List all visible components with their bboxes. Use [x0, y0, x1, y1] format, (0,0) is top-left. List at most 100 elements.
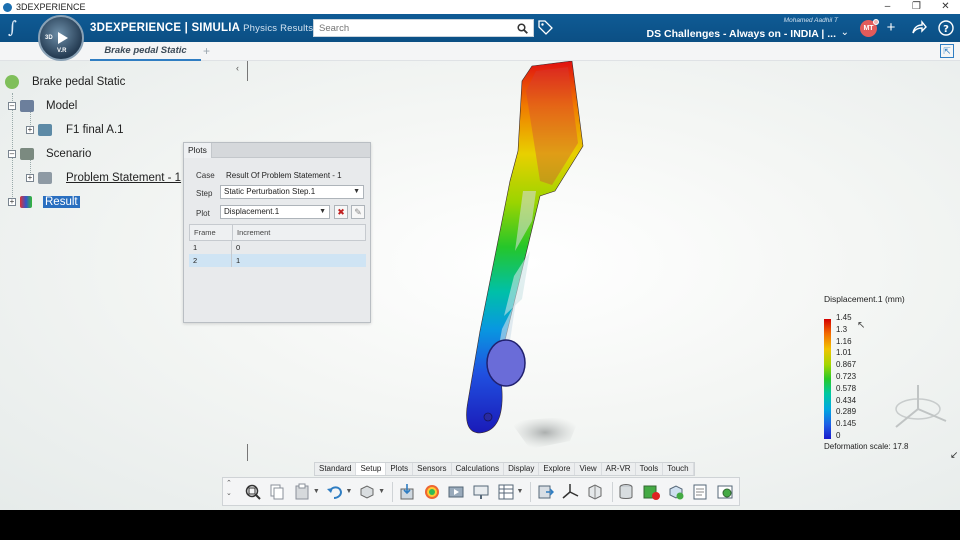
tree-problem-label[interactable]: Problem Statement - 1 — [66, 172, 181, 184]
tree-node-result[interactable]: + Result — [8, 193, 80, 211]
part-design-icon[interactable] — [356, 481, 378, 503]
3d-viewport[interactable]: Brake pedal Static – Model + F1 final A.… — [0, 61, 960, 510]
part-icon — [38, 124, 52, 136]
tab-standard[interactable]: Standard — [315, 463, 357, 475]
step-value: Static Perturbation Step.1 — [224, 187, 316, 196]
legend-tick: 0.723 — [836, 372, 857, 381]
compass-widget[interactable]: 3D V.R — [38, 15, 84, 61]
tab-tools[interactable]: Tools — [636, 463, 664, 475]
collab-space-selector[interactable]: DS Challenges - Always on - INDIA | ... — [647, 28, 836, 40]
model-icon — [20, 100, 34, 112]
tab-plots[interactable]: Plots — [184, 143, 212, 158]
window-controls: – ❐ ✕ — [873, 0, 960, 14]
report-table-icon[interactable] — [495, 481, 517, 503]
close-window-button[interactable]: ✕ — [931, 0, 960, 14]
screen-bottom-border — [0, 510, 960, 540]
maximize-button[interactable]: ❐ — [902, 0, 931, 14]
chevron-down-icon[interactable]: ⌄ — [841, 27, 849, 38]
part-dropdown-icon[interactable]: ▼ — [378, 488, 385, 495]
tab-plots-cmd[interactable]: Plots — [386, 463, 414, 475]
tab-brake-pedal-static[interactable]: Brake pedal Static — [90, 42, 201, 61]
brake-pedal-model[interactable] — [440, 61, 610, 461]
collapse-model-icon[interactable]: – — [8, 102, 16, 110]
legend-tick: 0 — [836, 431, 841, 440]
legend-tick: 1.3 — [836, 324, 848, 334]
legend-tick: 1.01 — [836, 348, 852, 358]
pivot-hole — [483, 412, 493, 422]
top-bar: ∫ 3DEXPERIENCE | SIMULIA Physics Results … — [0, 14, 960, 42]
tab-display[interactable]: Display — [504, 463, 540, 475]
legend-color-bar — [824, 319, 831, 439]
document-icon[interactable] — [690, 481, 712, 503]
tab-calculations[interactable]: Calculations — [452, 463, 505, 475]
report-dropdown-icon[interactable]: ▼ — [517, 488, 524, 495]
problem-statement-icon — [38, 172, 52, 184]
expand-result-icon[interactable]: + — [8, 198, 16, 206]
table-row[interactable]: 1 0 — [189, 241, 366, 254]
minimize-button[interactable]: – — [873, 0, 902, 14]
expand-part-icon[interactable]: + — [26, 126, 34, 134]
contour-plot-icon[interactable] — [421, 481, 443, 503]
resize-handle-icon[interactable]: ↙ — [950, 450, 958, 461]
tab-ar-vr[interactable]: AR-VR — [602, 463, 636, 475]
tab-touch[interactable]: Touch — [663, 463, 694, 475]
tag-icon[interactable] — [538, 20, 553, 38]
undo-dropdown-icon[interactable]: ▼ — [346, 488, 353, 495]
database-icon[interactable] — [616, 481, 638, 503]
collapse-tree-icon[interactable]: ‹ — [236, 63, 239, 73]
mesh-icon[interactable] — [584, 481, 606, 503]
legend-tick: 1.45 — [836, 313, 852, 322]
tree-node-problem[interactable]: + Problem Statement - 1 — [26, 169, 181, 187]
paste-dropdown-icon[interactable]: ▼ — [313, 488, 320, 495]
tree-node-model[interactable]: – Model — [8, 97, 77, 115]
plus-icon[interactable]: + — [883, 20, 899, 36]
animation-icon[interactable] — [445, 481, 467, 503]
help-icon[interactable]: ? — [938, 20, 954, 36]
bottom-splitter[interactable] — [247, 444, 248, 461]
refresh-results-icon[interactable] — [665, 481, 687, 503]
delete-plot-icon[interactable]: ✖ — [334, 205, 348, 219]
tree-result-label[interactable]: Result — [43, 196, 80, 208]
paste-icon[interactable] — [291, 481, 313, 503]
search-icon[interactable] — [517, 23, 528, 37]
tree-splitter[interactable] — [247, 61, 248, 81]
tab-explore[interactable]: Explore — [539, 463, 576, 475]
tab-setup[interactable]: Setup — [356, 463, 387, 475]
tree-node-part[interactable]: + F1 final A.1 — [26, 121, 124, 139]
add-tab-button[interactable]: + — [203, 44, 210, 58]
fullscreen-icon[interactable]: ⇱ — [940, 44, 954, 58]
step-dropdown[interactable]: Static Perturbation Step.1 ▼ — [220, 185, 364, 199]
undo-icon[interactable] — [324, 481, 346, 503]
simulation-check-icon[interactable] — [640, 481, 662, 503]
tree-node-root[interactable]: Brake pedal Static — [5, 73, 125, 91]
avatar[interactable]: MT — [860, 19, 879, 37]
tree-node-scenario[interactable]: – Scenario — [8, 145, 91, 163]
settings-icon[interactable] — [714, 481, 736, 503]
ds-logo-icon[interactable]: ∫ — [8, 18, 30, 38]
copy-icon[interactable] — [267, 481, 289, 503]
axis-system-icon[interactable] — [559, 481, 581, 503]
tab-view[interactable]: View — [575, 463, 602, 475]
legend-tick: 0.289 — [836, 407, 857, 417]
axis-triad-icon[interactable] — [882, 381, 954, 437]
tree-root-label: Brake pedal Static — [32, 76, 126, 88]
expand-problem-icon[interactable]: + — [26, 174, 34, 182]
edit-plot-icon[interactable]: ✎ — [351, 205, 365, 219]
legend-ticks: 1.45 1.3 1.16 1.01 0.867 0.723 0.578 0.4… — [836, 313, 876, 440]
pedal-hole — [486, 339, 526, 387]
caret-down-icon: ▼ — [353, 188, 360, 195]
collapse-scenario-icon[interactable]: – — [8, 150, 16, 158]
export-results-icon[interactable] — [534, 481, 556, 503]
plot-dropdown[interactable]: Displacement.1 ▼ — [220, 205, 330, 219]
search-input[interactable] — [314, 20, 504, 36]
table-row[interactable]: 2 1 — [189, 254, 366, 267]
brand-main: 3DEXPERIENCE | SIMULIA — [90, 22, 241, 34]
import-icon[interactable] — [396, 481, 418, 503]
zoom-fit-icon[interactable] — [242, 481, 264, 503]
share-icon[interactable] — [911, 20, 927, 36]
expand-actionbar-icon[interactable]: ⌃ ⌄ — [226, 479, 236, 505]
sensor-display-icon[interactable] — [470, 481, 492, 503]
tab-sensors[interactable]: Sensors — [413, 463, 452, 475]
document-tab-bar: Brake pedal Static + ⇱ — [0, 42, 960, 61]
cell-frame: 1 — [189, 241, 232, 254]
